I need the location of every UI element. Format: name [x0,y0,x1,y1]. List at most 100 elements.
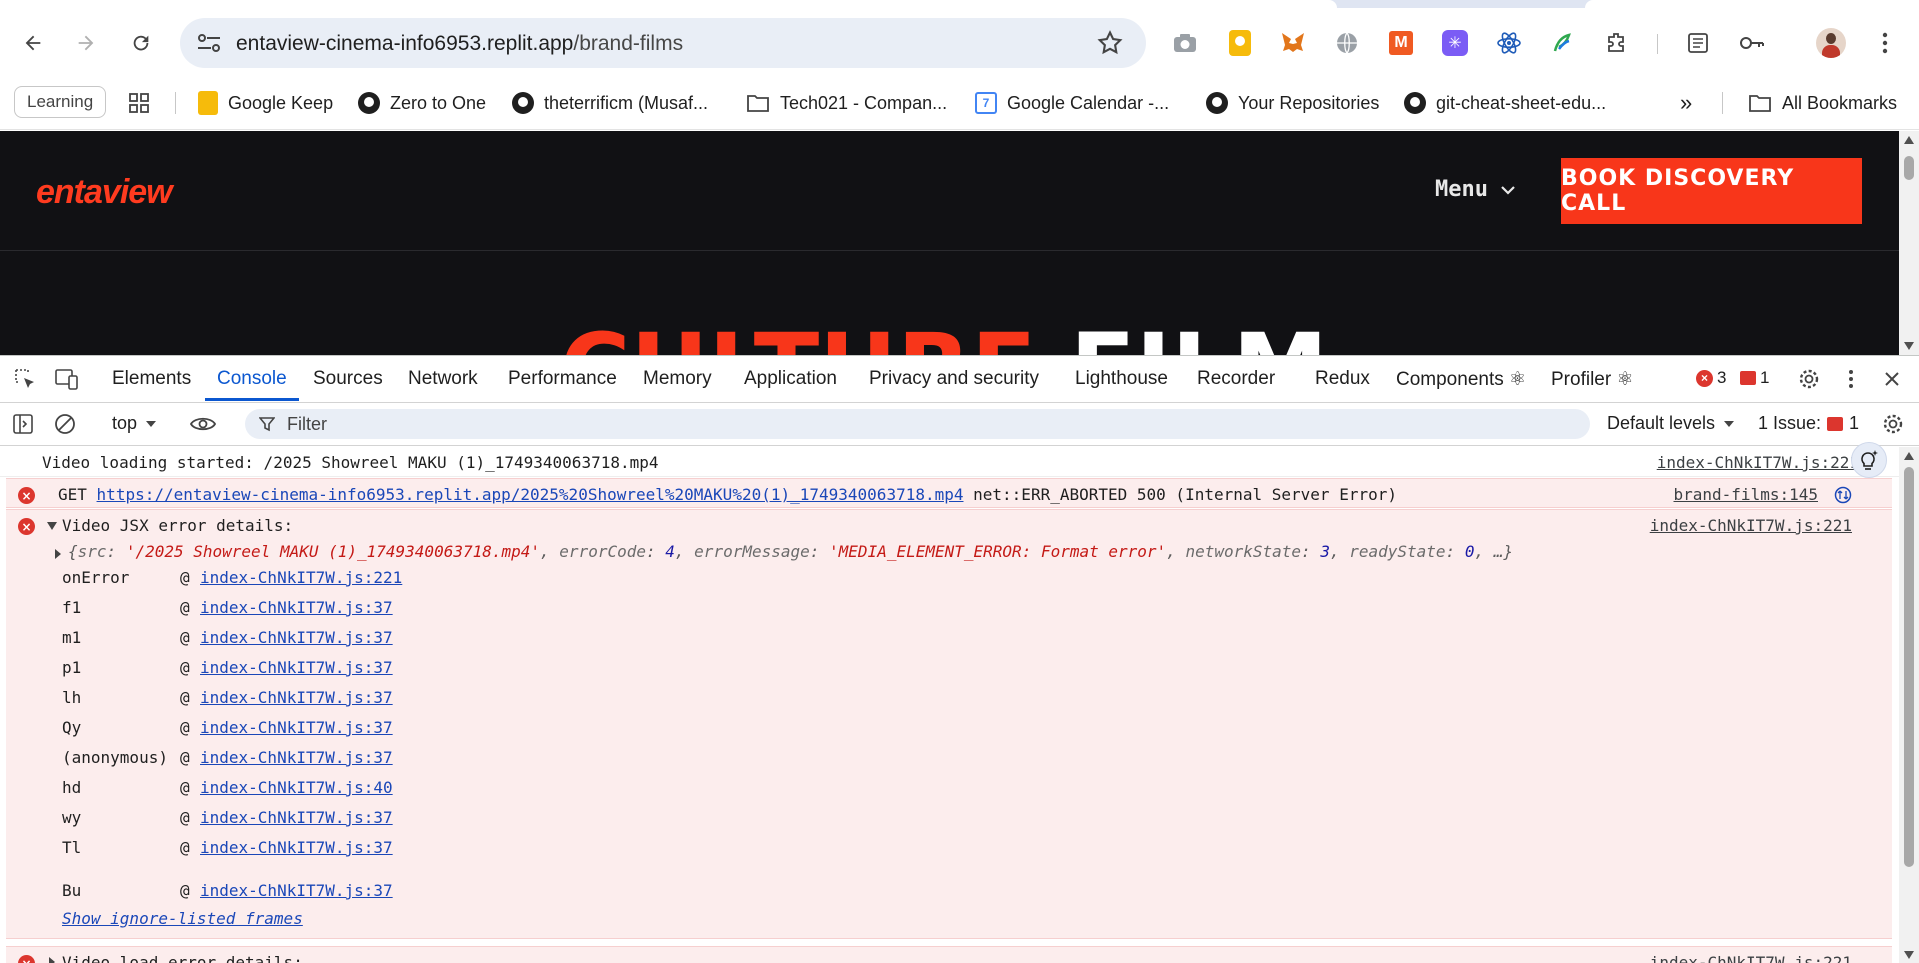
scroll-up-icon[interactable] [1903,451,1915,461]
network-request-icon[interactable] [1834,486,1852,504]
camera-icon[interactable] [1170,28,1200,58]
tab-recorder[interactable]: Recorder [1197,368,1275,390]
bookmark-label: Google Keep [228,92,334,113]
scroll-down-icon[interactable] [1903,950,1915,960]
clear-console-icon[interactable] [52,411,78,437]
frame-link[interactable]: index-ChNkIT7W.js:37 [200,598,393,617]
bookmark-google-calendar[interactable]: 7 Google Calendar -... [975,88,1169,118]
metamask-icon[interactable] [1278,28,1308,58]
issue-count-badge[interactable]: 1 [1740,368,1769,388]
source-link[interactable]: index-ChNkIT7W.js:221 [1657,453,1859,472]
frame-link[interactable]: index-ChNkIT7W.js:221 [200,568,402,587]
device-toolbar-icon[interactable] [54,366,80,392]
frame-link[interactable]: index-ChNkIT7W.js:40 [200,778,393,797]
tab-memory[interactable]: Memory [643,368,712,390]
expand-triangle-down-icon[interactable] [46,521,58,531]
scroll-down-icon[interactable] [1903,341,1915,351]
atom-extension-icon[interactable]: ✳ [1440,28,1470,58]
site-logo[interactable]: entaview [36,173,173,212]
bookmark-label: Google Calendar -... [1007,92,1170,113]
active-tab[interactable] [0,0,1337,8]
page-scrollbar[interactable] [1899,131,1919,355]
tab-network[interactable]: Network [408,368,478,390]
globe-icon[interactable] [1332,28,1362,58]
page-scroll-thumb[interactable] [1904,156,1914,180]
keep-icon[interactable] [1225,28,1255,58]
bookmark-git-cheat-sheet[interactable]: git-cheat-sheet-edu... [1404,88,1606,118]
tab-profiler[interactable]: Profiler ⚛ [1551,368,1634,391]
calendar-icon: 7 [975,92,997,114]
console-filter-input[interactable]: Filter [245,409,1590,439]
bookmark-divider [175,92,176,114]
tab-components[interactable]: Components ⚛ [1396,368,1526,391]
source-link[interactable]: index-ChNkIT7W.js:221 [1650,516,1852,535]
frame-link[interactable]: index-ChNkIT7W.js:37 [200,658,393,677]
frame-link[interactable]: index-ChNkIT7W.js:37 [200,748,393,767]
tab-console[interactable]: Console [217,368,287,390]
frame-function: m1 [62,628,82,647]
live-expression-eye-icon[interactable] [190,411,216,437]
tab-lighthouse[interactable]: Lighthouse [1075,368,1168,390]
expand-triangle-right-icon[interactable] [48,956,56,963]
tab-elements[interactable]: Elements [112,368,191,390]
password-key-icon[interactable] [1737,28,1767,58]
bookmark-tech021[interactable]: Tech021 - Compan... [746,88,947,118]
book-discovery-call-button[interactable]: BOOK DISCOVERY CALL [1561,158,1862,224]
issues-button[interactable]: 1 Issue: 1 [1758,413,1859,434]
bookmark-zero-to-one[interactable]: Zero to One [358,88,486,118]
frame-link[interactable]: index-ChNkIT7W.js:37 [200,881,393,900]
reading-list-icon[interactable] [1683,28,1713,58]
console-scrollbar[interactable] [1899,447,1919,963]
show-ignore-listed-frames-link[interactable]: Show ignore-listed frames [62,909,303,928]
tab-sources[interactable]: Sources [313,368,383,390]
context-selector[interactable]: top [112,413,157,434]
frame-link[interactable]: index-ChNkIT7W.js:37 [200,628,393,647]
all-bookmarks-button[interactable]: All Bookmarks [1748,88,1897,118]
m-extension-icon[interactable]: M [1386,28,1416,58]
devtools-more-icon[interactable] [1838,366,1864,392]
url-text[interactable]: entaview-cinema-info6953.replit.app/bran… [236,32,683,56]
browser-tab[interactable] [1585,0,1919,8]
error-count-badge[interactable]: × 3 [1696,368,1726,388]
tab-application[interactable]: Application [744,368,837,390]
bookmarks-overflow-button[interactable]: » [1680,88,1692,118]
log-levels-dropdown[interactable]: Default levels [1607,413,1735,434]
site-menu-button[interactable]: Menu [1435,177,1516,202]
obj-key: errorMessage [694,542,810,561]
console-settings-gear-icon[interactable] [1880,411,1906,437]
frame-link[interactable]: index-ChNkIT7W.js:37 [200,688,393,707]
settings-gear-icon[interactable] [1796,366,1822,392]
ai-assistance-button[interactable] [1851,442,1887,478]
bookmark-google-keep[interactable]: Google Keep [198,88,333,118]
bookmark-theterrificm[interactable]: theterrificm (Musaf... [512,88,708,118]
profile-avatar[interactable] [1816,28,1846,58]
puzzle-icon[interactable] [1602,28,1632,58]
source-link[interactable]: index-ChNkIT7W.js:221 [1650,953,1852,963]
tab-redux[interactable]: Redux [1315,368,1370,390]
forward-button[interactable] [69,26,103,60]
frame-link[interactable]: index-ChNkIT7W.js:37 [200,718,393,737]
frame-link[interactable]: index-ChNkIT7W.js:37 [200,838,393,857]
console-scroll-thumb[interactable] [1904,467,1914,867]
expand-triangle-right-icon[interactable] [54,548,62,560]
inspect-element-icon[interactable] [12,366,38,392]
close-devtools-icon[interactable] [1879,366,1905,392]
back-button[interactable] [16,26,50,60]
scroll-up-icon[interactable] [1903,135,1915,145]
pen-extension-icon[interactable] [1548,28,1578,58]
address-bar[interactable]: entaview-cinema-info6953.replit.app/bran… [180,18,1146,68]
bookmark-your-repositories[interactable]: Your Repositories [1206,88,1379,118]
reload-button[interactable] [124,26,158,60]
tab-group-learning[interactable]: Learning [14,86,107,118]
request-url-link[interactable]: https://entaview-cinema-info6953.replit.… [97,485,964,504]
error-object-preview[interactable]: {src: '/2025 Showreel MAKU (1)_174934006… [68,542,1513,561]
apps-grid-icon[interactable] [128,88,150,118]
bookmark-star-icon[interactable] [1096,29,1124,57]
tab-performance[interactable]: Performance [508,368,617,390]
react-icon[interactable] [1494,28,1524,58]
more-vert-icon[interactable] [1870,28,1900,58]
tab-privacy-security[interactable]: Privacy and security [869,368,1039,390]
source-link[interactable]: brand-films:145 [1674,485,1819,504]
frame-link[interactable]: index-ChNkIT7W.js:37 [200,808,393,827]
sidebar-toggle-icon[interactable] [10,411,36,437]
